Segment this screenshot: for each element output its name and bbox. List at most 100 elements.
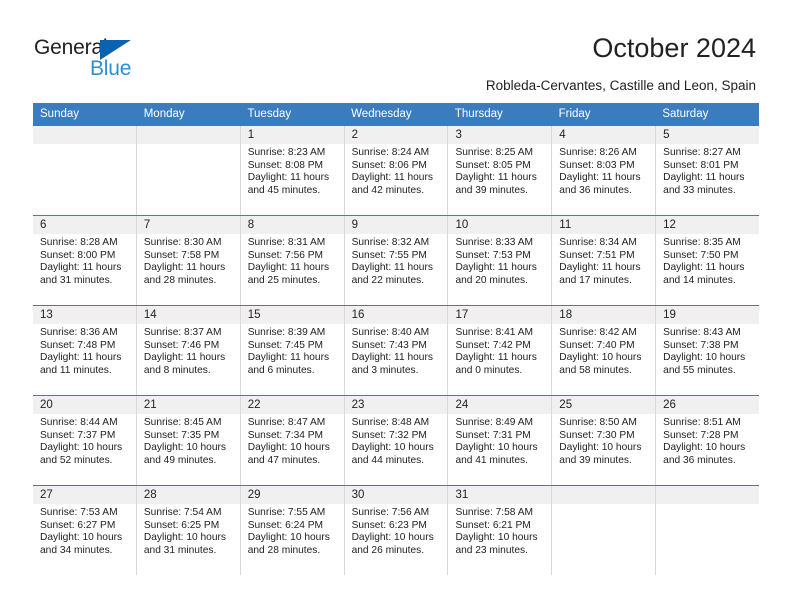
day-cell[interactable] xyxy=(136,126,241,215)
sunset-text: Sunset: 6:25 PM xyxy=(143,519,220,531)
daylight-text-line1: Daylight: 11 hours xyxy=(455,262,537,274)
day-cell[interactable]: 26 Sunrise: 8:51 AM Sunset: 7:28 PM Dayl… xyxy=(656,396,760,485)
day-cell[interactable]: 24 Sunrise: 8:49 AM Sunset: 7:31 PM Dayl… xyxy=(448,396,553,485)
sunrise-text: Sunrise: 8:35 AM xyxy=(663,237,741,248)
sunrise-text: Sunrise: 8:37 AM xyxy=(143,327,222,338)
sunrise-text: Sunrise: 8:31 AM xyxy=(247,237,326,248)
daylight-text-line2: and 11 minutes. xyxy=(40,364,112,376)
day-cell[interactable]: 30 Sunrise: 7:56 AM Sunset: 6:23 PM Dayl… xyxy=(344,486,449,575)
sunset-text: Sunset: 7:42 PM xyxy=(455,339,531,351)
day-cell[interactable]: 21 Sunrise: 8:45 AM Sunset: 7:35 PM Dayl… xyxy=(136,396,241,485)
sunset-text: Sunset: 7:53 PM xyxy=(455,249,531,261)
day-cell[interactable]: 2 Sunrise: 8:24 AM Sunset: 8:06 PM Dayli… xyxy=(344,126,449,215)
sunrise-text: Sunrise: 8:33 AM xyxy=(455,237,534,248)
daylight-text-line1: Daylight: 10 hours xyxy=(351,532,434,544)
day-details: Sunrise: 8:37 AM Sunset: 7:46 PM Dayligh… xyxy=(137,324,240,377)
daylight-text-line2: and 55 minutes. xyxy=(663,364,736,376)
daylight-text-line2: and 31 minutes. xyxy=(143,544,217,556)
daylight-text-line1: Daylight: 10 hours xyxy=(40,442,123,454)
day-cell[interactable]: 7 Sunrise: 8:30 AM Sunset: 7:58 PM Dayli… xyxy=(136,216,241,305)
sunset-text: Sunset: 7:37 PM xyxy=(40,429,116,441)
weekday-header-thursday: Thursday xyxy=(454,108,503,120)
day-cell[interactable]: 31 Sunrise: 7:58 AM Sunset: 6:21 PM Dayl… xyxy=(448,486,553,575)
day-details: Sunrise: 7:54 AM Sunset: 6:25 PM Dayligh… xyxy=(137,504,240,557)
day-cell[interactable]: 15 Sunrise: 8:39 AM Sunset: 7:45 PM Dayl… xyxy=(240,306,345,395)
day-cell[interactable]: 12 Sunrise: 8:35 AM Sunset: 7:50 PM Dayl… xyxy=(656,216,760,305)
day-number: 9 xyxy=(344,216,448,234)
sunrise-text: Sunrise: 8:25 AM xyxy=(455,147,534,158)
day-details: Sunrise: 7:58 AM Sunset: 6:21 PM Dayligh… xyxy=(448,504,551,557)
day-cell[interactable]: 4 Sunrise: 8:26 AM Sunset: 8:03 PM Dayli… xyxy=(552,126,657,215)
day-details: Sunrise: 8:50 AM Sunset: 7:30 PM Dayligh… xyxy=(552,414,655,467)
day-number: 4 xyxy=(552,126,656,144)
day-number: 18 xyxy=(552,306,656,324)
day-cell[interactable]: 28 Sunrise: 7:54 AM Sunset: 6:25 PM Dayl… xyxy=(136,486,241,575)
daylight-text-line2: and 36 minutes. xyxy=(559,184,632,196)
day-cell[interactable]: 27 Sunrise: 7:53 AM Sunset: 6:27 PM Dayl… xyxy=(33,486,137,575)
day-cell[interactable] xyxy=(552,486,657,575)
sunrise-text: Sunrise: 8:41 AM xyxy=(455,327,534,338)
day-cell[interactable]: 14 Sunrise: 8:37 AM Sunset: 7:46 PM Dayl… xyxy=(136,306,241,395)
day-number: 3 xyxy=(448,126,552,144)
day-details: Sunrise: 8:43 AM Sunset: 7:38 PM Dayligh… xyxy=(656,324,759,377)
sunrise-text: Sunrise: 8:50 AM xyxy=(559,417,637,428)
day-cell[interactable]: 19 Sunrise: 8:43 AM Sunset: 7:38 PM Dayl… xyxy=(656,306,760,395)
day-number: 21 xyxy=(136,396,240,414)
day-details: Sunrise: 8:47 AM Sunset: 7:34 PM Dayligh… xyxy=(241,414,344,467)
sunset-text: Sunset: 8:08 PM xyxy=(247,159,324,171)
week-row: 1 Sunrise: 8:23 AM Sunset: 8:08 PM Dayli… xyxy=(33,125,760,215)
day-cell[interactable]: 20 Sunrise: 8:44 AM Sunset: 7:37 PM Dayl… xyxy=(33,396,137,485)
day-cell[interactable]: 10 Sunrise: 8:33 AM Sunset: 7:53 PM Dayl… xyxy=(448,216,553,305)
daylight-text-line2: and 47 minutes. xyxy=(247,454,321,466)
day-details: Sunrise: 8:35 AM Sunset: 7:50 PM Dayligh… xyxy=(656,234,759,287)
day-cell[interactable] xyxy=(33,126,137,215)
day-cell[interactable]: 17 Sunrise: 8:41 AM Sunset: 7:42 PM Dayl… xyxy=(448,306,553,395)
day-cell[interactable]: 29 Sunrise: 7:55 AM Sunset: 6:24 PM Dayl… xyxy=(240,486,345,575)
day-number: 13 xyxy=(33,306,136,324)
day-cell[interactable]: 9 Sunrise: 8:32 AM Sunset: 7:55 PM Dayli… xyxy=(344,216,449,305)
daylight-text-line1: Daylight: 10 hours xyxy=(247,442,330,454)
daylight-text-line2: and 58 minutes. xyxy=(559,364,632,376)
daylight-text-line2: and 52 minutes. xyxy=(40,454,113,466)
sunset-text: Sunset: 8:06 PM xyxy=(351,159,427,171)
week-row: 13 Sunrise: 8:36 AM Sunset: 7:48 PM Dayl… xyxy=(33,305,760,395)
daylight-text-line1: Daylight: 11 hours xyxy=(143,352,226,364)
day-cell[interactable]: 11 Sunrise: 8:34 AM Sunset: 7:51 PM Dayl… xyxy=(552,216,657,305)
daylight-text-line2: and 49 minutes. xyxy=(143,454,217,466)
day-number: 14 xyxy=(136,306,240,324)
day-cell[interactable]: 6 Sunrise: 8:28 AM Sunset: 8:00 PM Dayli… xyxy=(33,216,137,305)
sunset-text: Sunset: 6:24 PM xyxy=(247,519,324,531)
week-row: 27 Sunrise: 7:53 AM Sunset: 6:27 PM Dayl… xyxy=(33,485,760,575)
day-cell[interactable] xyxy=(656,486,760,575)
sunset-text: Sunset: 8:03 PM xyxy=(559,159,635,171)
day-cell[interactable]: 16 Sunrise: 8:40 AM Sunset: 7:43 PM Dayl… xyxy=(344,306,449,395)
sunrise-text: Sunrise: 7:53 AM xyxy=(40,507,118,518)
day-cell[interactable]: 5 Sunrise: 8:27 AM Sunset: 8:01 PM Dayli… xyxy=(656,126,760,215)
week-row: 20 Sunrise: 8:44 AM Sunset: 7:37 PM Dayl… xyxy=(33,395,760,485)
day-cell[interactable]: 25 Sunrise: 8:50 AM Sunset: 7:30 PM Dayl… xyxy=(552,396,657,485)
day-cell[interactable]: 23 Sunrise: 8:48 AM Sunset: 7:32 PM Dayl… xyxy=(344,396,449,485)
day-cell[interactable]: 18 Sunrise: 8:42 AM Sunset: 7:40 PM Dayl… xyxy=(552,306,657,395)
sunrise-text: Sunrise: 8:26 AM xyxy=(559,147,637,158)
day-number: 17 xyxy=(448,306,552,324)
sunset-text: Sunset: 7:35 PM xyxy=(143,429,220,441)
day-cell[interactable]: 22 Sunrise: 8:47 AM Sunset: 7:34 PM Dayl… xyxy=(240,396,345,485)
day-details: Sunrise: 8:49 AM Sunset: 7:31 PM Dayligh… xyxy=(448,414,551,467)
general-blue-logo[interactable]: General Blue xyxy=(34,36,154,84)
day-number: 10 xyxy=(448,216,552,234)
daylight-text-line1: Daylight: 10 hours xyxy=(143,442,226,454)
daylight-text-line1: Daylight: 10 hours xyxy=(455,442,538,454)
day-details: Sunrise: 7:55 AM Sunset: 6:24 PM Dayligh… xyxy=(241,504,344,557)
daylight-text-line1: Daylight: 10 hours xyxy=(40,532,123,544)
day-cell[interactable]: 13 Sunrise: 8:36 AM Sunset: 7:48 PM Dayl… xyxy=(33,306,137,395)
day-details: Sunrise: 8:23 AM Sunset: 8:08 PM Dayligh… xyxy=(241,144,344,197)
day-details: Sunrise: 8:33 AM Sunset: 7:53 PM Dayligh… xyxy=(448,234,551,287)
sunset-text: Sunset: 8:01 PM xyxy=(663,159,739,171)
day-cell[interactable]: 3 Sunrise: 8:25 AM Sunset: 8:05 PM Dayli… xyxy=(448,126,553,215)
daylight-text-line1: Daylight: 10 hours xyxy=(455,532,538,544)
weekday-header-friday: Friday xyxy=(558,108,591,120)
day-cell[interactable]: 1 Sunrise: 8:23 AM Sunset: 8:08 PM Dayli… xyxy=(240,126,345,215)
daylight-text-line2: and 23 minutes. xyxy=(455,544,528,556)
sunset-text: Sunset: 7:51 PM xyxy=(559,249,635,261)
day-cell[interactable]: 8 Sunrise: 8:31 AM Sunset: 7:56 PM Dayli… xyxy=(240,216,345,305)
